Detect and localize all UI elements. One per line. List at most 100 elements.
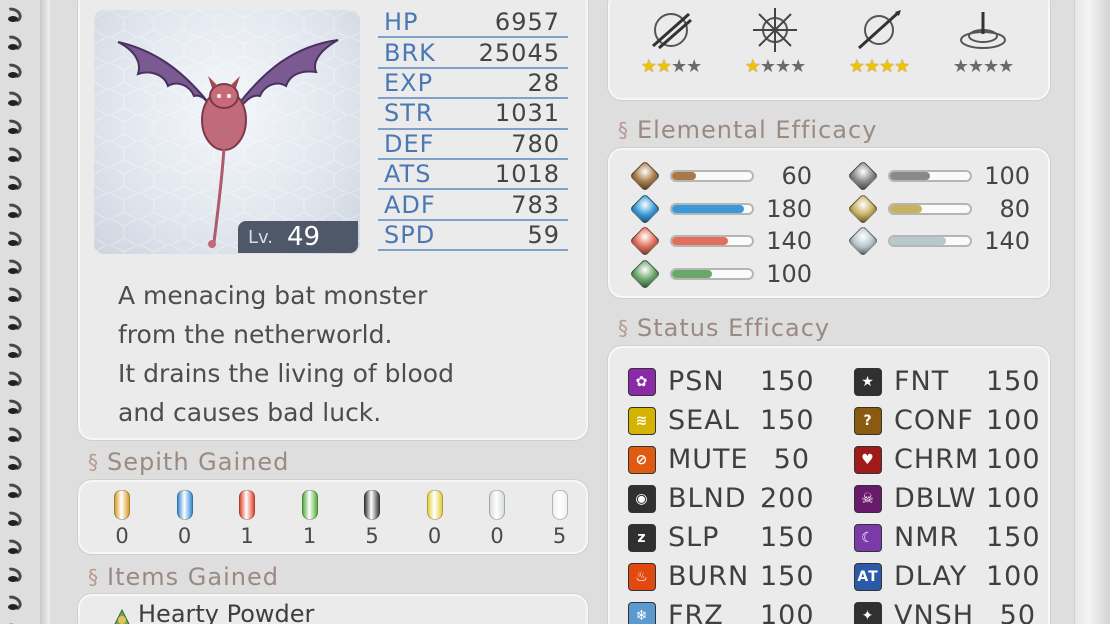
freeze-icon: ❄ [628,601,656,624]
binding-ring [1,396,25,418]
sleep-icon: z [628,523,656,552]
efficacy-bar [670,170,754,182]
element-wind: 100 [629,257,812,290]
stat-value: 6957 [494,8,560,37]
wind-sepith-icon [301,490,318,520]
star-icon: ★ [744,56,761,77]
stat-row-adf: ADF 783 [378,190,568,221]
status-value: 50 [773,444,810,475]
time-gem-icon [847,160,879,192]
description-line: from the netherworld. [118,320,393,349]
mass-sepith-icon [551,490,568,520]
binding-ring [1,284,25,306]
stat-value: 783 [511,190,560,219]
binding-hole [8,604,18,610]
status-title-text: Status Efficacy [637,314,831,342]
description-line: A menacing bat monster [118,281,428,310]
mirage-gem-icon [847,225,879,257]
status-title: § Status Efficacy [618,314,830,342]
status-psn: ✿ PSN 150 [628,366,814,397]
stat-value: 25045 [478,38,560,67]
stat-label: STR [384,99,434,128]
binding-hole [8,324,18,330]
status-efficacy-panel: ✿ PSN 150 ≋ SEAL 150 ⊘ MUTE 50 ◉ BLND 200 z SLP 150 ♨ BU… [608,346,1050,624]
status-name: PSN [668,366,725,397]
status-name: BLND [668,483,747,514]
binding-hole [8,520,18,526]
sepith-title-text: Sepith Gained [107,448,290,476]
attack-efficacy-3: ★★★★ [938,8,1028,77]
stat-value: 1031 [494,99,560,128]
status-name: CONF [894,405,974,436]
thrust-icon [751,8,799,52]
efficacy-bar-fill [890,237,946,245]
binding-ring [1,32,25,54]
element-fire: 140 [629,225,812,257]
stat-row-ats: ATS 1018 [378,160,568,191]
efficacy-value: 180 [766,194,812,223]
page-edge-left [40,0,50,624]
star-icon: ★ [759,56,776,77]
time-sepith-icon [364,490,380,520]
element-mirage: 140 [847,225,1030,257]
status-value: 150 [760,522,815,553]
status-name: FRZ [668,600,724,624]
stats-table: HP 6957 BRK 25045 EXP 28 STR 1031 DEF 780 ATS 1018 A… [378,8,568,252]
stat-value: 1018 [494,160,560,189]
status-chrm: ♥ CHRM 100 [854,444,1040,475]
element-earth: 60 [629,160,812,192]
monster-portrait [94,10,360,254]
stat-label: BRK [384,38,436,67]
status-mute: ⊘ MUTE 50 [628,444,810,475]
binding-ring [1,536,25,558]
binding-hole [8,380,18,386]
sepith-water: 0 [173,490,197,548]
nightmare-icon: ☾ [854,523,882,552]
faint-icon: ★ [854,367,882,396]
level-value: 49 [287,222,321,252]
stat-row-def: DEF 780 [378,130,568,160]
burn-icon: ♨ [628,562,656,591]
efficacy-value: 100 [766,259,812,288]
stat-label: ATS [384,160,432,189]
binding-ring [1,508,25,530]
binding-ring [1,452,25,474]
stat-label: ADF [384,190,436,219]
status-value: 200 [760,483,815,514]
confuse-icon: ? [854,406,882,435]
star-icon: ★ [686,56,702,77]
sepith-count: 1 [240,524,254,548]
efficacy-bar-fill [672,237,728,245]
deathblow-icon: ☠ [854,484,882,513]
slash-icon [647,8,695,52]
star-icon: ★ [967,56,984,77]
binding-ring [1,424,25,446]
binding-ring [1,368,25,390]
status-name: DBLW [894,483,977,514]
star-rating: ★★★★ [834,56,924,77]
sepith-wind: 1 [298,490,322,548]
sepith-count: 0 [177,524,192,548]
sepith-mirage: 0 [485,490,509,548]
elemental-title: § Elemental Efficacy [618,116,877,144]
status-slp: z SLP 150 [628,522,815,553]
binding-ring [1,592,25,614]
binding-hole [8,548,18,554]
item-hearty-powder[interactable]: Hearty Powder [138,600,314,624]
sepith-panel: 0 0 1 1 5 0 0 5 [78,480,588,554]
elemental-title-text: Elemental Efficacy [637,116,878,144]
status-nmr: ☾ NMR 150 [854,522,1040,553]
sepith-count: 5 [365,524,379,548]
star-icon: ★ [640,56,657,77]
delay-icon: AT [854,562,882,591]
page-edge-right [1074,0,1110,624]
status-value: 100 [986,561,1041,592]
binding-hole [8,436,18,442]
status-burn: ♨ BURN 150 [628,561,814,592]
binding-ring [1,4,25,26]
binding-ring [1,312,25,334]
star-rating: ★★★★ [626,56,716,77]
binding-hole [8,72,18,78]
status-dblw: ☠ DBLW 100 [854,483,1040,514]
powder-icon [110,606,134,624]
